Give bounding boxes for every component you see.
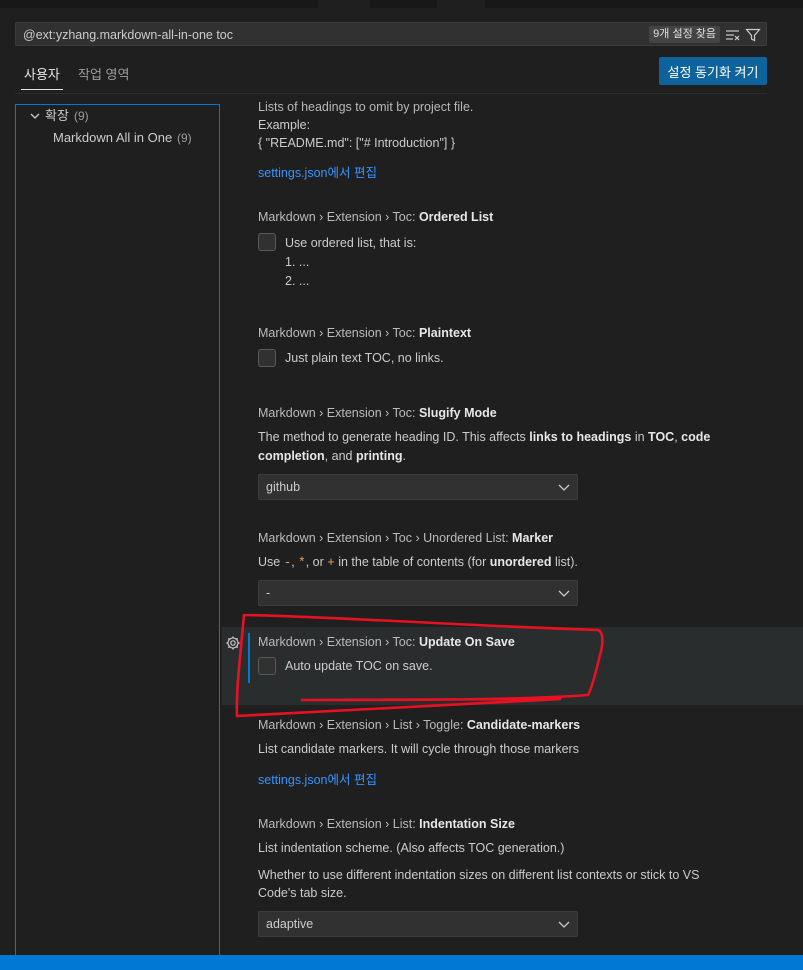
toc-group-extensions[interactable]: 확장 (9): [16, 105, 219, 127]
setting-title: Markdown › Extension › Toc: Plaintext: [258, 326, 472, 340]
chevron-down-icon: [558, 484, 570, 491]
setting-list-indentation-size: Markdown › Extension › List: Indentation…: [222, 807, 803, 954]
result-count-badge: 9개 설정 찾음: [649, 26, 720, 43]
setting-title: Markdown › Extension › Toc: Ordered List: [258, 210, 494, 224]
toc-item-label: Markdown All in One: [53, 130, 173, 145]
checkbox-label: Just plain text TOC, no links.: [285, 351, 444, 365]
checkbox-label: Auto update TOC on save.: [285, 659, 433, 673]
setting-toc-unordered-list-marker: Markdown › Extension › Toc › Unordered L…: [222, 521, 803, 621]
header-divider: [15, 93, 767, 94]
toc-group-label: 확장: [45, 108, 69, 123]
chevron-down-icon: [558, 921, 570, 928]
checkbox-label-line: 2. ...: [285, 274, 310, 288]
setting-toc-slugify-mode: Markdown › Extension › Toc: Slugify Mode…: [222, 396, 803, 506]
setting-toc-plaintext: Markdown › Extension › Toc: Plaintext Ju…: [222, 316, 803, 386]
setting-toc-update-on-save: Markdown › Extension › Toc: Update On Sa…: [222, 627, 803, 705]
select-value: github: [266, 480, 301, 494]
setting-title: Markdown › Extension › List: Indentation…: [258, 817, 516, 831]
select-value: -: [266, 586, 271, 600]
toc-item-markdown-all-in-one[interactable]: Markdown All in One (9): [16, 127, 219, 149]
tab-user[interactable]: 사용자: [21, 64, 63, 90]
update-on-save-checkbox[interactable]: [258, 657, 276, 675]
search-input[interactable]: @ext:yzhang.markdown-all-in-one toc: [23, 28, 233, 42]
settings-sync-button[interactable]: 설정 동기화 켜기: [659, 57, 767, 85]
setting-description: List candidate markers. It will cycle th…: [258, 742, 579, 756]
chevron-down-icon: [30, 113, 40, 119]
checkbox-label: Use ordered list, that is:: [285, 236, 417, 250]
setting-title: Markdown › Extension › Toc: Slugify Mode: [258, 406, 497, 420]
toc-item-count: (9): [177, 131, 192, 145]
marker-select[interactable]: -: [258, 580, 578, 606]
setting-title: Markdown › Extension › Toc: Update On Sa…: [258, 635, 515, 649]
focus-indicator: [248, 633, 250, 683]
ordered-list-checkbox[interactable]: [258, 233, 276, 251]
setting-list-toggle-candidate-markers: Markdown › Extension › List › Toggle: Ca…: [222, 708, 803, 798]
indentation-size-select[interactable]: adaptive: [258, 911, 578, 937]
editor-tab-strip: [0, 0, 803, 8]
settings-toc-tree: 확장 (9) Markdown All in One (9): [15, 104, 220, 956]
toc-group-count: (9): [74, 109, 89, 123]
filter-icon[interactable]: [745, 27, 761, 43]
chevron-down-icon: [558, 590, 570, 597]
setting-example-value: { "README.md": ["# Introduction"] }: [258, 136, 455, 150]
setting-description-line: Code's tab size.: [258, 886, 347, 900]
select-value: adaptive: [266, 917, 314, 931]
setting-description: List indentation scheme. (Also affects T…: [258, 841, 565, 855]
edit-in-settings-json-link[interactable]: settings.json에서 편집: [258, 769, 377, 788]
gear-icon[interactable]: [225, 635, 241, 651]
status-bar: [0, 955, 803, 970]
setting-example-label: Example:: [258, 118, 311, 132]
edit-in-settings-json-link[interactable]: settings.json에서 편집: [258, 162, 377, 181]
setting-description-line: completion, and printing.: [258, 449, 406, 463]
setting-toc-ordered-list: Markdown › Extension › Toc: Ordered List…: [222, 200, 803, 310]
setting-omitted-from-toc: Lists of headings to omit by project fil…: [222, 96, 803, 196]
tab-workspace[interactable]: 작업 영역: [78, 64, 129, 83]
settings-list: Lists of headings to omit by project fil…: [222, 96, 803, 954]
setting-description: Lists of headings to omit by project fil…: [258, 100, 474, 114]
plaintext-checkbox[interactable]: [258, 349, 276, 367]
setting-description-line: Whether to use different indentation siz…: [258, 868, 700, 882]
setting-title: Markdown › Extension › List › Toggle: Ca…: [258, 718, 581, 732]
setting-description: Use -, *, or + in the table of contents …: [258, 555, 578, 570]
checkbox-label-line: 1. ...: [285, 255, 310, 269]
slugify-mode-select[interactable]: github: [258, 474, 578, 500]
settings-search-box[interactable]: @ext:yzhang.markdown-all-in-one toc 9개 설…: [15, 22, 767, 46]
setting-title: Markdown › Extension › Toc › Unordered L…: [258, 531, 554, 545]
setting-description: The method to generate heading ID. This …: [258, 430, 711, 444]
clear-filter-icon[interactable]: [725, 27, 741, 43]
